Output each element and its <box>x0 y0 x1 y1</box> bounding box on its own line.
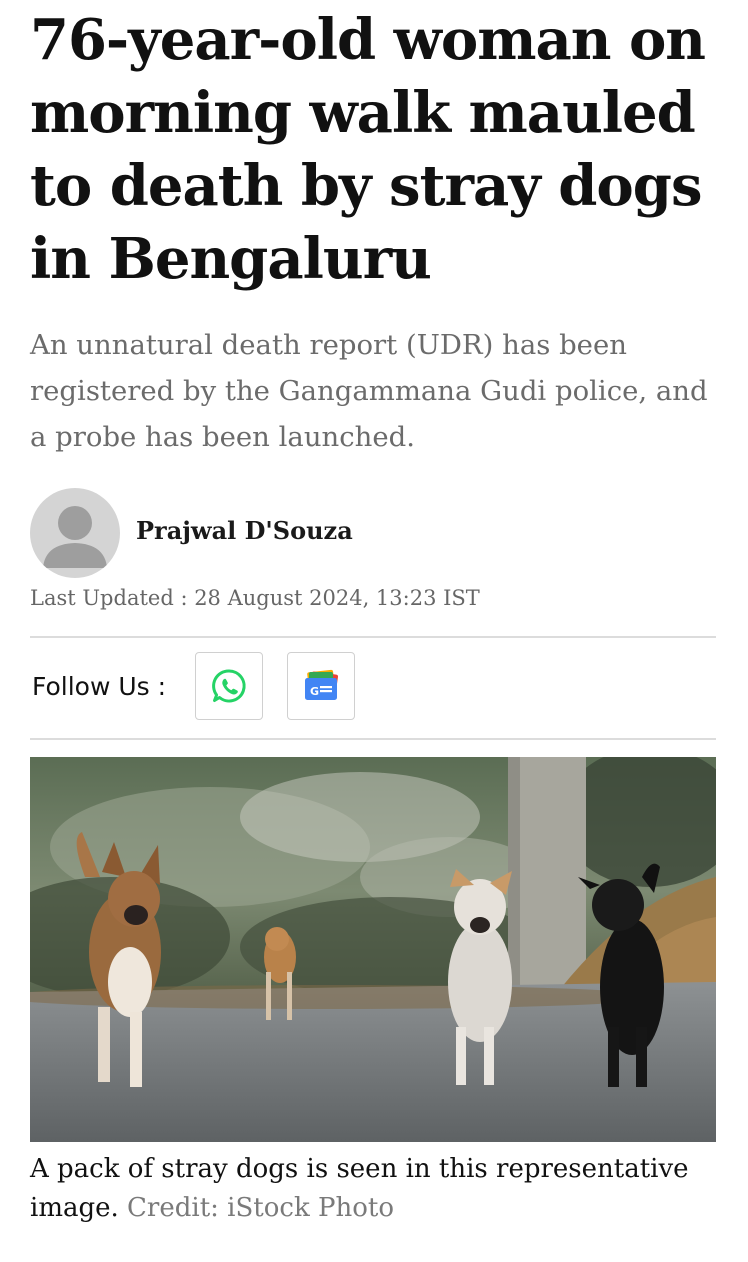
last-updated: Last Updated : 28 August 2024, 13:23 IST <box>30 586 480 610</box>
photo-caption: A pack of stray dogs is seen in this rep… <box>30 1150 716 1228</box>
article-summary: An unnatural death report (UDR) has been… <box>30 329 708 453</box>
google-news-icon: G <box>305 669 339 700</box>
avatar[interactable] <box>30 488 120 578</box>
svg-text:G: G <box>310 685 319 698</box>
follow-us-bar: Follow Us : G <box>30 652 716 724</box>
stray-dogs-photo <box>30 757 716 1142</box>
google-news-button[interactable]: G <box>287 652 355 720</box>
author-name[interactable]: Prajwal D'Souza <box>136 516 353 545</box>
divider <box>30 738 716 740</box>
divider <box>30 636 716 638</box>
author-block[interactable]: Prajwal D'Souza <box>30 488 716 580</box>
article-header: 76-year-old woman on morning walk mauled… <box>30 0 716 1223</box>
headline: 76-year-old woman on morning walk mauled… <box>30 7 706 292</box>
follow-us-label: Follow Us : <box>32 672 167 701</box>
whatsapp-button[interactable] <box>195 652 263 720</box>
whatsapp-icon <box>212 669 246 703</box>
user-placeholder-icon <box>43 506 107 568</box>
article-photo[interactable] <box>30 757 716 1142</box>
photo-credit: Credit: iStock Photo <box>127 1193 394 1223</box>
